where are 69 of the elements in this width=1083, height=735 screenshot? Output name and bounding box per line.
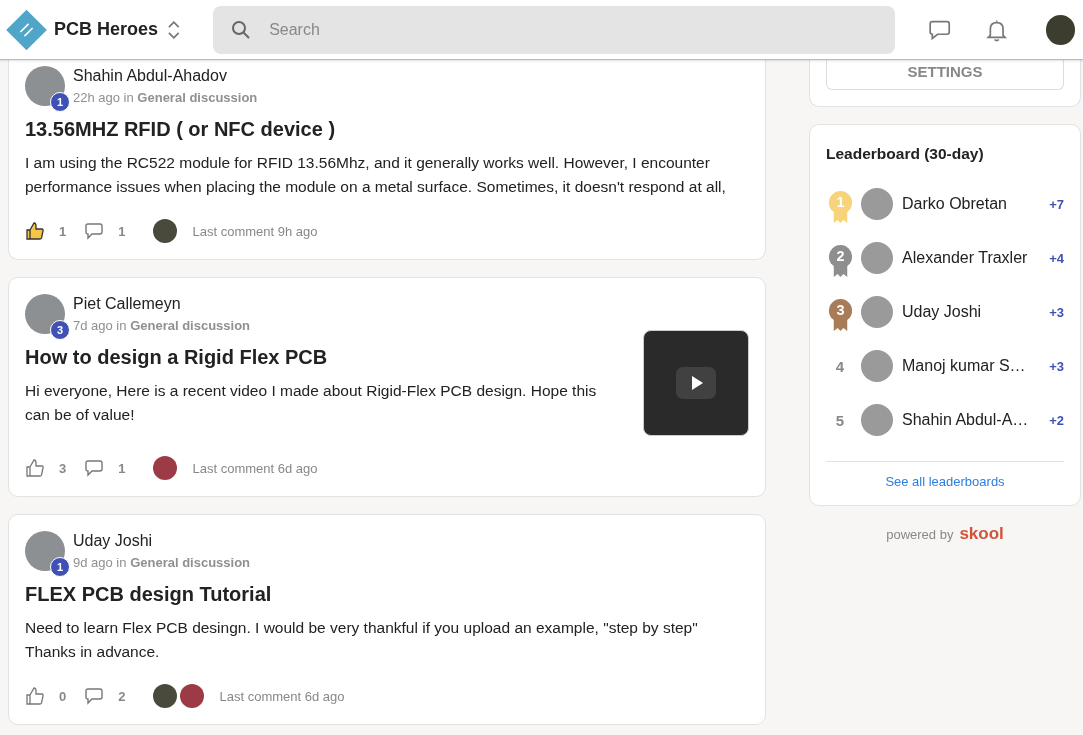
like-count: 3 <box>59 460 67 476</box>
level-badge: 1 <box>50 557 70 577</box>
video-thumbnail[interactable] <box>643 330 749 436</box>
comment-icon[interactable] <box>84 687 105 705</box>
level-badge: 1 <box>50 92 70 112</box>
powered-by-text: powered by <box>886 527 954 542</box>
commenter-avatar[interactable] <box>153 219 178 243</box>
like-thumb-icon[interactable] <box>25 221 45 241</box>
comment-count: 1 <box>118 460 126 476</box>
member-name[interactable]: Uday Joshi <box>902 303 1050 321</box>
rank-number: 5 <box>835 411 845 429</box>
like-thumb-icon[interactable] <box>25 686 45 706</box>
post-card[interactable]: 3 Piet Callemeyn 7d ago in General discussion How to design a Rigid Flex PCB Hi everyone, Here is a recent video I made about Rigid-Flex PCB design. Hope this can be of value! 3 1 Last comment 6d ago <box>8 277 766 497</box>
commenter-avatar[interactable] <box>153 684 178 708</box>
author-name[interactable]: Shahin Abdul-Ahadov <box>73 67 258 85</box>
post-time: 22h ago in <box>73 90 134 105</box>
member-avatar[interactable] <box>861 296 893 328</box>
post-time: 9d ago in <box>73 555 127 570</box>
member-avatar[interactable] <box>861 404 893 436</box>
post-title[interactable]: 13.56MHZ RFID ( or NFC device ) <box>25 118 749 141</box>
last-comment-time: Last comment 6d ago <box>192 460 318 476</box>
comment-icon[interactable] <box>84 222 105 240</box>
member-name[interactable]: Darko Obretan <box>902 195 1050 213</box>
group-name[interactable]: PCB Heroes <box>54 19 162 40</box>
points-gained: +2 <box>1049 412 1064 428</box>
post-card[interactable] <box>8 514 766 725</box>
brand-logo[interactable]: skool <box>959 524 1004 544</box>
search-icon <box>231 19 252 40</box>
comment-count: 2 <box>118 688 126 704</box>
post-body: I am using the RC522 module for RFID 13.56Mhz, and it generally works well. However, I encounter performance issues when placing the module on a metal surface. Sometimes, it doesn't respond at all, <box>25 153 727 197</box>
author-avatar[interactable] <box>25 531 65 571</box>
author-name[interactable]: Uday Joshi <box>73 532 251 550</box>
member-avatar[interactable] <box>861 188 893 220</box>
author-avatar[interactable] <box>25 66 65 106</box>
author-avatar[interactable] <box>25 294 65 334</box>
member-name[interactable]: Shahin Abdul-A… <box>902 411 1050 429</box>
comment-icon[interactable] <box>84 459 105 477</box>
post-card[interactable] <box>8 60 766 260</box>
points-gained: +3 <box>1049 304 1064 320</box>
user-avatar[interactable] <box>1045 14 1075 45</box>
comment-count: 1 <box>118 223 126 239</box>
points-gained: +3 <box>1049 358 1064 374</box>
like-count: 0 <box>59 688 67 704</box>
post-title[interactable]: FLEX PCB design Tutorial <box>25 583 749 606</box>
leaderboard-title: Leaderboard (30-day) <box>826 145 985 163</box>
points-gained: +7 <box>1049 196 1064 212</box>
post-time: 7d ago in <box>73 318 127 333</box>
member-name[interactable]: Manoj kumar S… <box>902 357 1050 375</box>
like-thumb-icon[interactable] <box>25 458 45 478</box>
points-gained: +4 <box>1049 250 1064 266</box>
post-title[interactable]: How to design a Rigid Flex PCB <box>25 346 625 369</box>
commenter-avatar[interactable] <box>180 684 205 708</box>
member-name[interactable]: Alexander Traxler <box>902 249 1050 267</box>
member-avatar[interactable] <box>861 242 893 274</box>
rank-number: 4 <box>835 357 845 375</box>
see-all-leaderboards-link[interactable]: See all leaderboards <box>826 474 1064 489</box>
post-body: Hi everyone, Here is a recent video I made about Rigid-Flex PCB design. Hope this can be of value! <box>25 381 598 425</box>
search-field[interactable]: Search <box>213 5 895 54</box>
like-count: 1 <box>59 223 67 239</box>
level-badge: 3 <box>50 320 70 340</box>
member-avatar[interactable] <box>861 350 893 382</box>
post-body: Need to learn Flex PCB desingn. I would be very thankful if you upload an example, "step by step" Thanks in advance. <box>25 618 699 662</box>
last-comment-time: Last comment 9h ago <box>192 223 318 239</box>
commenter-avatar[interactable] <box>153 456 178 480</box>
play-icon[interactable] <box>676 367 716 399</box>
switcher-chevron-icon[interactable] <box>167 18 182 41</box>
last-comment-time: Last comment 6d ago <box>219 688 345 704</box>
settings-button[interactable]: SETTINGS <box>826 60 1064 90</box>
author-name[interactable]: Piet Callemeyn <box>73 295 251 313</box>
